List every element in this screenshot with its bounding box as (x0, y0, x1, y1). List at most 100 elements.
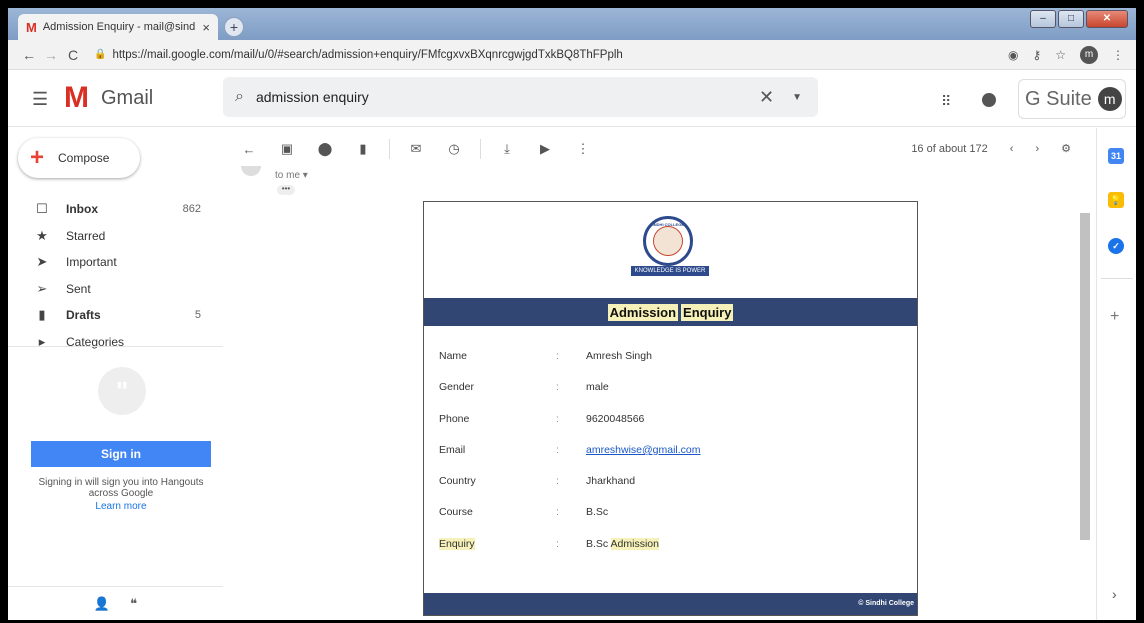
enquiry-value-part2: Admission (610, 537, 659, 550)
sidebar-item-drafts[interactable]: ▮ Drafts 5 (8, 302, 223, 329)
detail-label: Course (439, 506, 473, 519)
detail-row-enquiry: Enquiry : B.Sc Admission (424, 530, 917, 561)
maximize-button[interactable]: □ (1058, 10, 1084, 28)
labels-icon[interactable]: ▶ (533, 141, 557, 157)
gsuite-account[interactable]: G Suite m (1018, 79, 1126, 119)
college-logo-area: SINDHI COLLEGE KNOWLEDGE IS POWER (424, 202, 917, 298)
vertical-scrollbar[interactable] (1080, 213, 1090, 540)
email-footer-bar: © Sindhi College (424, 593, 917, 615)
browser-menu-icon[interactable]: ⋮ (1112, 48, 1124, 62)
learn-more-link[interactable]: Learn more (28, 501, 214, 512)
star-icon: ★ (36, 227, 48, 243)
footer-copyright: © Sindhi College (858, 600, 914, 607)
back-arrow-icon[interactable]: ← (18, 47, 40, 63)
email-link[interactable]: amreshwise@gmail.com (586, 444, 701, 456)
new-tab-button[interactable]: + (224, 17, 244, 37)
sign-in-button[interactable]: Sign in (31, 441, 211, 467)
eye-icon[interactable]: ◉ (1008, 48, 1018, 62)
clear-search-icon[interactable]: ✕ (759, 87, 774, 108)
seal-emblem (653, 226, 683, 256)
account-avatar[interactable]: m (1097, 87, 1122, 111)
bookmark-star-icon[interactable]: ☆ (1055, 48, 1066, 62)
search-icon[interactable]: ⌕ (235, 88, 244, 106)
main-menu-icon[interactable]: ☰ (32, 89, 48, 110)
back-to-list-icon[interactable]: ← (237, 142, 261, 157)
settings-gear-icon[interactable]: ⚙ (1061, 142, 1071, 155)
browser-tab[interactable]: M Admission Enquiry - mail@sindhi × (18, 14, 218, 40)
contacts-icon[interactable]: 👤 (94, 596, 110, 612)
pager-text: 16 of about 172 (911, 142, 988, 155)
snooze-icon[interactable]: ◷ (442, 141, 466, 157)
close-window-button[interactable]: ✕ (1086, 10, 1128, 28)
recipient-details[interactable]: to me ▾ (275, 170, 308, 181)
folder-list: ☐ Inbox 862 ★ Starred ➤ Important ➢ Sent… (8, 196, 223, 355)
detail-value: male (586, 381, 609, 394)
compose-plus-icon: + (30, 144, 45, 171)
sidebar-item-important[interactable]: ➤ Important (8, 249, 223, 276)
search-input[interactable]: admission enquiry (256, 89, 759, 105)
move-to-icon[interactable]: ⤓ (495, 141, 519, 157)
important-icon: ➤ (36, 254, 48, 270)
delete-icon[interactable]: ▮ (351, 141, 375, 157)
browser-window: M Admission Enquiry - mail@sindhi × + – … (8, 8, 1136, 620)
lock-icon: 🔒 (94, 49, 107, 60)
detail-colon: : (556, 537, 559, 550)
search-box[interactable]: ⌕ admission enquiry ✕ ▼ (223, 77, 818, 117)
detail-value: Jharkhand (586, 475, 636, 488)
reload-icon[interactable]: C (62, 47, 84, 63)
search-options-icon[interactable]: ▼ (792, 92, 802, 103)
url-field[interactable]: 🔒 https://mail.google.com/mail/u/0/#sear… (94, 49, 623, 61)
profile-avatar[interactable]: m (1080, 46, 1098, 64)
message-toolbar: ← ▣ ⬤ ▮ ✉ ◷ ⤓ ▶ ⋮ 16 of about 172 ‹ › ⚙ (223, 128, 1093, 170)
college-motto: KNOWLEDGE IS POWER (631, 266, 709, 276)
compose-label: Compose (58, 151, 110, 165)
compose-button[interactable]: + Compose (18, 138, 140, 178)
sidebar-item-sent[interactable]: ➢ Sent (8, 276, 223, 303)
previous-page-icon[interactable]: ‹ (1010, 143, 1014, 155)
key-icon[interactable]: ⚷ (1032, 48, 1041, 62)
enquiry-title-part2: Enquiry (681, 303, 734, 321)
sender-avatar (241, 166, 261, 176)
calendar-icon[interactable]: 31 (1108, 148, 1124, 164)
sidebar-item-label: Drafts (66, 308, 101, 323)
expand-panel-icon[interactable]: › (1112, 586, 1117, 602)
apps-grid-icon[interactable]: ⠿ (941, 93, 951, 110)
sidebar-item-starred[interactable]: ★ Starred (8, 223, 223, 250)
archive-icon[interactable]: ▣ (275, 141, 299, 157)
keep-icon[interactable]: 💡 (1108, 192, 1124, 208)
pagination: 16 of about 172 ‹ › ⚙ (911, 142, 1071, 156)
detail-row-phone: Phone : 9620048566 (424, 405, 917, 436)
detail-colon: : (556, 475, 559, 488)
inbox-icon: ☐ (36, 201, 48, 217)
more-options-icon[interactable]: ⋮ (571, 141, 595, 157)
address-bar: ← → C 🔒 https://mail.google.com/mail/u/0… (8, 40, 1136, 70)
college-seal-logo: SINDHI COLLEGE (643, 216, 693, 266)
gmail-favicon-icon: M (26, 19, 37, 35)
enquiry-title-part1: Admission (607, 303, 679, 321)
sign-in-description: Signing in will sign you into Hangouts a… (38, 477, 204, 499)
minimize-button[interactable]: – (1030, 10, 1056, 28)
get-addons-icon[interactable]: + (1110, 308, 1119, 326)
detail-colon: : (556, 443, 559, 456)
hangouts-footer: 👤 ❝ (8, 586, 223, 620)
email-body-card: SINDHI COLLEGE KNOWLEDGE IS POWER Admiss… (423, 201, 918, 616)
tasks-icon[interactable]: ✓ (1108, 238, 1124, 254)
report-spam-icon[interactable]: ⬤ (313, 141, 337, 157)
sidebar-item-inbox[interactable]: ☐ Inbox 862 (8, 196, 223, 223)
detail-label: Email (439, 443, 466, 456)
toolbar-divider (389, 139, 390, 159)
hangouts-icon[interactable]: ❝ (130, 596, 137, 612)
detail-colon: : (556, 350, 559, 362)
sidebar-item-label: Starred (66, 228, 106, 243)
next-page-icon[interactable]: › (1035, 143, 1039, 155)
forward-arrow-icon[interactable]: → (40, 47, 62, 63)
gmail-logo[interactable]: M Gmail (64, 83, 153, 113)
tab-close-icon[interactable]: × (202, 20, 210, 35)
draft-icon: ▮ (38, 307, 46, 323)
detail-colon: : (556, 412, 559, 425)
notifications-icon[interactable] (982, 93, 996, 107)
detail-colon: : (556, 506, 559, 519)
sidebar-item-label: Sent (66, 281, 91, 296)
show-trimmed-content-button[interactable]: ••• (277, 185, 295, 195)
mark-unread-icon[interactable]: ✉ (404, 141, 428, 157)
